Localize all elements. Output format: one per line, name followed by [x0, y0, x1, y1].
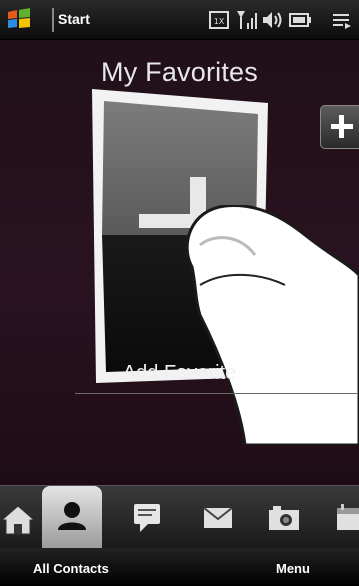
calendar-icon — [337, 504, 359, 530]
battery-icon[interactable] — [288, 9, 312, 31]
divider — [75, 393, 357, 394]
tab-bar — [0, 485, 359, 549]
start-separator — [52, 8, 54, 32]
start-label[interactable]: Start — [58, 11, 90, 27]
plus-icon-v — [339, 115, 344, 138]
tab-home[interactable] — [0, 486, 44, 549]
add-favorite-label[interactable]: Add Favorite — [0, 362, 359, 385]
home-icon — [0, 505, 36, 535]
message-icon — [134, 504, 160, 532]
signal-icon[interactable] — [235, 9, 259, 31]
tab-people[interactable] — [42, 486, 102, 549]
all-contacts-softkey[interactable]: All Contacts — [33, 561, 109, 576]
menu-softkey[interactable]: Menu — [276, 561, 310, 576]
tab-messages[interactable] — [120, 486, 176, 549]
status-bar: Start 1X — [0, 0, 359, 40]
tab-calendar[interactable] — [325, 486, 359, 549]
envelope-icon — [203, 507, 233, 528]
person-icon — [58, 502, 86, 530]
svg-text:1X: 1X — [214, 17, 225, 26]
notification-icon[interactable]: 1X — [207, 9, 231, 31]
menu-icon[interactable] — [330, 9, 354, 31]
page-title: My Favorites — [101, 57, 258, 87]
softkey-bar: All Contacts Menu — [0, 548, 359, 586]
finger-hand-icon — [185, 205, 359, 445]
windows-logo-icon[interactable] — [6, 8, 32, 30]
camera-icon — [269, 506, 299, 530]
favorites-panel: My Favorites Add Favorite — [0, 40, 359, 500]
add-button[interactable] — [320, 105, 359, 149]
tab-photos[interactable] — [257, 486, 313, 549]
tab-email[interactable] — [190, 486, 246, 549]
volume-icon[interactable] — [261, 9, 285, 31]
